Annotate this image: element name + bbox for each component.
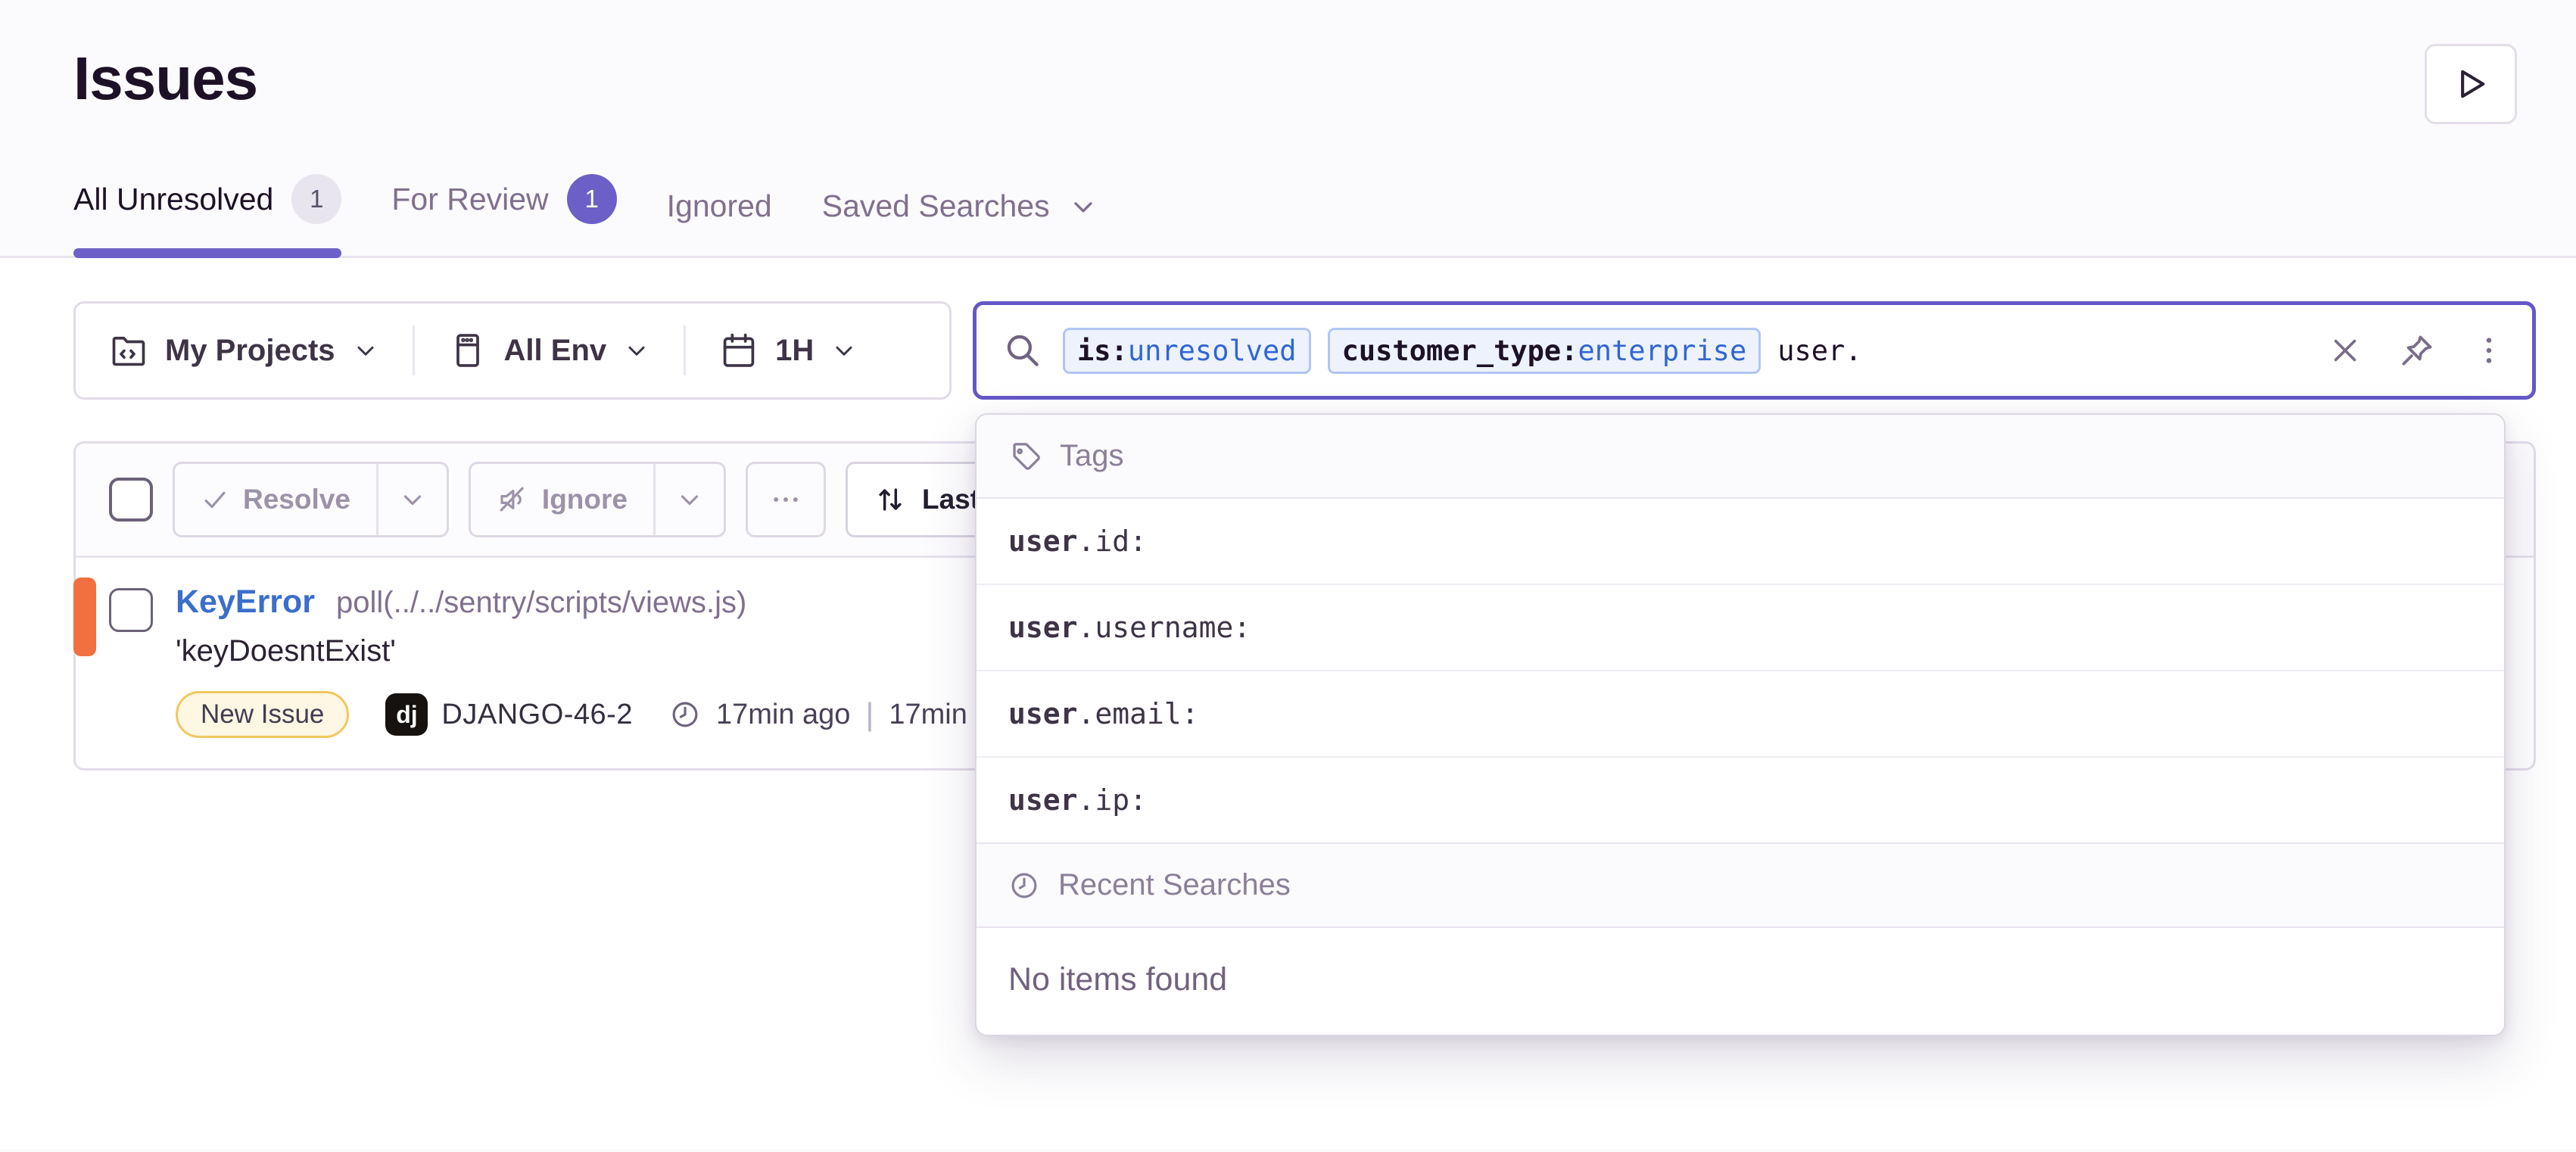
issue-times: 17min ago | 17min old <box>669 696 1014 733</box>
environment-icon <box>448 331 487 370</box>
token-key: customer_type: <box>1342 335 1578 367</box>
check-icon <box>201 485 229 514</box>
chevron-down-icon <box>1068 191 1098 222</box>
tab-label: All Unresolved <box>73 182 273 217</box>
tab-label: Saved Searches <box>822 188 1050 224</box>
tags-section-label: Tags <box>1060 439 1124 473</box>
page-header: Issues <box>0 0 2576 174</box>
resolve-button-label: Resolve <box>243 484 350 515</box>
project-badge[interactable]: dj DJANGO-46-2 <box>385 693 633 736</box>
django-platform-icon: dj <box>385 693 428 736</box>
select-all-checkbox[interactable] <box>109 478 153 522</box>
search-token[interactable]: customer_type:enterprise <box>1328 328 1761 374</box>
date-range-filter[interactable]: 1H <box>686 304 891 397</box>
issue-location: poll(../../sentry/scripts/views.js) <box>336 586 746 620</box>
search-icon <box>1002 330 1043 371</box>
tab-saved-searches[interactable]: Saved Searches <box>822 188 1098 256</box>
tab-count-badge: 1 <box>567 174 617 224</box>
match-text: user <box>1008 611 1078 644</box>
resolve-dropdown-button[interactable] <box>376 464 447 535</box>
issue-checkbox[interactable] <box>109 588 153 632</box>
play-icon <box>2451 64 2490 104</box>
chevron-down-icon <box>623 337 650 364</box>
chevron-down-icon <box>352 337 379 364</box>
divider: | <box>865 696 874 733</box>
date-range-filter-label: 1H <box>775 334 814 368</box>
token-value: unresolved <box>1128 335 1297 367</box>
ignore-split-button: Ignore <box>469 462 726 537</box>
projects-filter-label: My Projects <box>165 334 335 368</box>
issue-message: 'keyDoesntExist' <box>176 634 1014 668</box>
resolve-button[interactable]: Resolve <box>175 464 376 535</box>
projects-icon <box>109 331 148 370</box>
tab-label: Ignored <box>667 188 772 224</box>
issues-page: Issues All Unresolved 1 For Review 1 Ign… <box>0 0 2576 1149</box>
search-typed-text: user. <box>1777 335 1861 367</box>
main-content: My Projects All Env <box>0 258 2576 1149</box>
ignore-button-label: Ignore <box>542 484 628 515</box>
rest-text: .email: <box>1078 697 1199 730</box>
tag-suggestion-user-ip[interactable]: user.ip: <box>977 756 2504 842</box>
clear-search-button[interactable] <box>2328 333 2363 368</box>
search-query: is:unresolved customer_type:enterprise u… <box>1063 328 1862 374</box>
error-level-indicator <box>73 578 96 656</box>
project-slug: DJANGO-46-2 <box>441 699 633 731</box>
new-issue-badge: New Issue <box>176 691 349 738</box>
chevron-down-icon <box>830 337 858 364</box>
environment-filter[interactable]: All Env <box>415 304 684 397</box>
rest-text: .ip: <box>1078 783 1148 817</box>
tag-suggestion-user-email[interactable]: user.email: <box>977 670 2504 756</box>
tab-label: For Review <box>391 182 548 217</box>
rest-text: .username: <box>1078 611 1251 644</box>
rest-text: .id: <box>1078 525 1148 558</box>
search-token[interactable]: is:unresolved <box>1063 328 1311 374</box>
tab-for-review[interactable]: For Review 1 <box>391 174 616 256</box>
search-actions <box>2328 332 2506 369</box>
clock-icon <box>1008 870 1040 901</box>
no-items-message: No items found <box>977 928 2504 1035</box>
search-menu-button[interactable] <box>2472 333 2506 368</box>
tab-count-badge: 1 <box>291 174 341 224</box>
sort-arrows-icon <box>874 483 907 516</box>
recent-searches-section-header: Recent Searches <box>977 842 2504 928</box>
issue-stream: Resolve Ignore <box>73 441 2536 771</box>
play-button[interactable] <box>2425 44 2517 124</box>
environment-filter-label: All Env <box>504 334 607 368</box>
resolve-split-button: Resolve <box>173 462 449 537</box>
active-tab-underline <box>73 248 341 258</box>
pin-search-button[interactable] <box>2399 332 2435 369</box>
calendar-icon <box>719 331 758 370</box>
page-filter-bar: My Projects All Env <box>73 301 952 400</box>
tags-section-header: Tags <box>977 415 2504 499</box>
tag-suggestion-user-id[interactable]: user.id: <box>977 499 2504 584</box>
match-text: user <box>1008 697 1078 730</box>
tab-ignored[interactable]: Ignored <box>667 188 772 256</box>
ignore-button[interactable]: Ignore <box>471 464 653 535</box>
clock-icon <box>669 699 701 730</box>
issue-body: KeyError poll(../../sentry/scripts/views… <box>176 584 1014 738</box>
projects-filter[interactable]: My Projects <box>76 304 413 397</box>
token-value: enterprise <box>1578 335 1746 367</box>
search-autocomplete-dropdown: Tags user.id: user.username: user.email:… <box>975 413 2506 1036</box>
page-title: Issues <box>73 44 2576 114</box>
recent-searches-label: Recent Searches <box>1058 868 1291 902</box>
issue-title-link[interactable]: KeyError <box>176 584 315 621</box>
match-text: user <box>1008 783 1078 817</box>
tab-all-unresolved[interactable]: All Unresolved 1 <box>73 174 341 256</box>
filters-row: My Projects All Env <box>73 301 2536 400</box>
token-key: is: <box>1077 335 1128 367</box>
more-actions-button[interactable] <box>746 462 826 537</box>
mute-icon <box>497 484 528 515</box>
match-text: user <box>1008 525 1078 558</box>
tag-suggestion-user-username[interactable]: user.username: <box>977 584 2504 670</box>
tab-bar: All Unresolved 1 For Review 1 Ignored Sa… <box>0 174 2576 258</box>
issue-age[interactable]: 17min ago <box>716 699 850 731</box>
search-input[interactable]: is:unresolved customer_type:enterprise u… <box>973 301 2536 400</box>
ignore-dropdown-button[interactable] <box>653 464 724 535</box>
tag-icon <box>1008 440 1042 473</box>
